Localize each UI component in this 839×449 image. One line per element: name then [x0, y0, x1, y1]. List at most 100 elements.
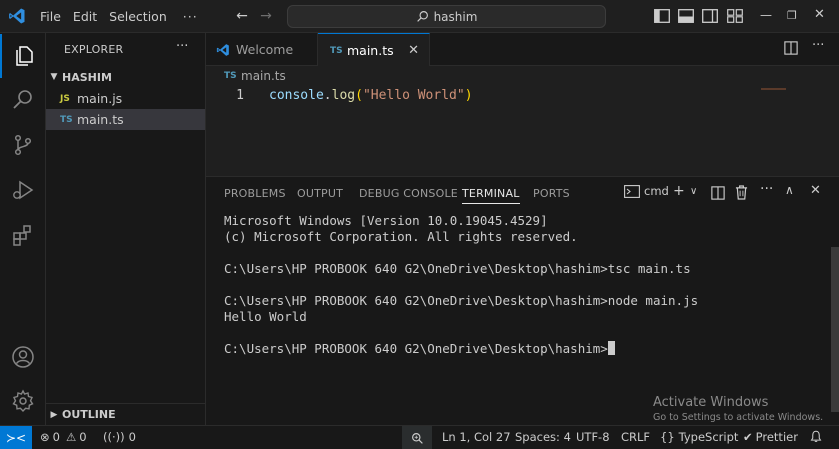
terminal-line: C:\Users\HP PROBOOK 640 G2\OneDrive\Desk…: [224, 261, 691, 276]
status-bar: ≻< ⊗ 0 ⚠ 0 ((·)) 0 Ln 1, Col 27 Spaces: …: [0, 425, 839, 449]
code-token-string: "Hello World": [362, 88, 465, 103]
run-and-debug-icon[interactable]: [0, 168, 46, 212]
more-actions-button[interactable]: ···: [760, 181, 773, 197]
encoding[interactable]: UTF-8: [576, 430, 610, 444]
terminal-line: (c) Microsoft Corporation. All rights re…: [224, 229, 578, 244]
code-token-function: log: [331, 88, 356, 103]
chevron-down-icon[interactable]: ∨: [690, 186, 697, 197]
editor-more-button[interactable]: ···: [812, 38, 824, 53]
error-icon: ⊗: [40, 430, 50, 444]
source-control-icon[interactable]: [0, 123, 46, 167]
braces-icon: {}: [660, 430, 675, 444]
watermark-subtitle: Go to Settings to activate Windows.: [653, 412, 824, 423]
file-item-main-js[interactable]: JS main.js: [46, 88, 205, 109]
code-token-object: console: [269, 88, 324, 103]
outline-section-header[interactable]: ▶ OUTLINE: [46, 403, 206, 425]
double-check-icon: ✔: [743, 430, 753, 444]
terminal-line: Microsoft Windows [Version 10.0.19045.45…: [224, 213, 548, 228]
warning-icon: ⚠: [65, 430, 77, 444]
toggle-panel-icon[interactable]: [678, 9, 694, 23]
file-name: main.ts: [77, 112, 124, 127]
cursor-position[interactable]: Ln 1, Col 27: [442, 430, 511, 444]
ports-status[interactable]: ((·)) 0: [103, 430, 136, 444]
close-icon[interactable]: ✕: [408, 43, 419, 58]
typescript-file-icon: TS: [330, 45, 343, 56]
accounts-icon[interactable]: [0, 335, 46, 379]
new-terminal-plus-icon[interactable]: +: [673, 183, 685, 199]
watermark-title: Activate Windows: [653, 395, 769, 410]
back-arrow-icon[interactable]: ←: [234, 8, 250, 24]
extensions-icon[interactable]: [0, 213, 46, 257]
line-number: 1: [236, 88, 244, 103]
tab-debug-console[interactable]: DEBUG CONSOLE: [359, 187, 458, 200]
code-editor[interactable]: TS main.ts 1 console.log("Hello World"): [206, 66, 839, 176]
zoom-icon[interactable]: [402, 426, 432, 449]
menu-file[interactable]: File: [34, 0, 67, 33]
terminal-line: Hello World: [224, 309, 307, 324]
maximize-panel-chevron-up-icon[interactable]: ∧: [785, 183, 794, 197]
customize-layout-icon[interactable]: [727, 9, 743, 23]
tab-welcome[interactable]: Welcome: [206, 33, 318, 66]
chevron-down-icon: ▼: [50, 72, 58, 82]
tab-problems[interactable]: PROBLEMS: [224, 187, 286, 200]
search-icon[interactable]: [0, 78, 46, 122]
file-item-main-ts[interactable]: TS main.ts: [46, 109, 205, 130]
restore-icon[interactable]: ❐: [787, 9, 797, 22]
terminal-line: C:\Users\HP PROBOOK 640 G2\OneDrive\Desk…: [224, 293, 699, 308]
tab-output[interactable]: OUTPUT: [297, 187, 343, 200]
minimap[interactable]: [761, 88, 786, 90]
remote-indicator-icon[interactable]: ≻<: [0, 425, 32, 449]
minimize-icon[interactable]: —: [760, 8, 772, 22]
vscode-logo-icon[interactable]: [0, 0, 34, 33]
terminal-icon: [624, 184, 640, 198]
indentation[interactable]: Spaces: 4: [515, 430, 571, 444]
tab-label: Welcome: [236, 42, 294, 57]
vscode-logo-icon: [216, 43, 229, 56]
toggle-secondary-sidebar-icon[interactable]: [702, 9, 718, 23]
folder-row-hashim[interactable]: ▼ HASHIM: [46, 67, 206, 87]
tab-ports[interactable]: PORTS: [533, 187, 570, 200]
menu-edit[interactable]: Edit: [67, 0, 103, 33]
terminal-scrollbar[interactable]: [831, 247, 839, 412]
warning-count: 0: [79, 430, 87, 444]
problems-status[interactable]: ⊗ 0 ⚠ 0: [40, 430, 87, 444]
typescript-file-icon: TS: [60, 114, 73, 125]
explorer-icon[interactable]: [0, 34, 46, 78]
breadcrumb-file[interactable]: main.ts: [241, 69, 286, 83]
settings-gear-icon[interactable]: [0, 379, 46, 423]
outline-label: OUTLINE: [62, 408, 116, 421]
explorer-title: EXPLORER: [64, 43, 124, 56]
search-text: hashim: [433, 9, 478, 24]
toggle-primary-sidebar-icon[interactable]: [654, 9, 670, 23]
tab-terminal[interactable]: TERMINAL: [462, 187, 520, 204]
menu-more-button[interactable]: ···: [173, 0, 208, 33]
prettier-status[interactable]: ✔ Prettier: [743, 430, 798, 444]
formatter-label: Prettier: [755, 430, 798, 444]
explorer-more-button[interactable]: ···: [176, 39, 188, 54]
split-editor-icon[interactable]: [784, 41, 798, 55]
trash-icon[interactable]: [735, 185, 748, 200]
editor-tab-bar: Welcome TS main.ts ✕ ···: [206, 33, 839, 67]
javascript-file-icon: JS: [60, 93, 70, 104]
split-terminal-icon[interactable]: [711, 186, 725, 200]
file-name: main.js: [77, 91, 123, 106]
close-window-icon[interactable]: ✕: [814, 7, 825, 22]
close-panel-icon[interactable]: ✕: [810, 183, 821, 198]
code-line[interactable]: console.log("Hello World"): [269, 88, 473, 103]
bottom-panel: PROBLEMS OUTPUT DEBUG CONSOLE TERMINAL P…: [206, 176, 839, 425]
command-center-search[interactable]: hashim: [287, 5, 606, 28]
forward-arrow-icon[interactable]: →: [258, 8, 274, 24]
activity-bar: [0, 33, 46, 425]
chevron-right-icon: ▶: [50, 409, 58, 420]
tab-main-ts[interactable]: TS main.ts ✕: [318, 33, 430, 67]
notifications-bell-icon[interactable]: [810, 430, 822, 443]
terminal-shell-selector[interactable]: cmd: [624, 184, 669, 198]
language-mode[interactable]: {} TypeScript: [660, 430, 738, 444]
typescript-file-icon: TS: [224, 71, 237, 81]
menu-selection[interactable]: Selection: [103, 0, 173, 33]
code-token-paren: (: [355, 88, 363, 103]
code-token-paren: ): [464, 88, 473, 103]
terminal-prompt: C:\Users\HP PROBOOK 640 G2\OneDrive\Desk…: [224, 341, 608, 356]
end-of-line[interactable]: CRLF: [621, 430, 650, 444]
terminal-output[interactable]: Microsoft Windows [Version 10.0.19045.45…: [224, 213, 698, 357]
